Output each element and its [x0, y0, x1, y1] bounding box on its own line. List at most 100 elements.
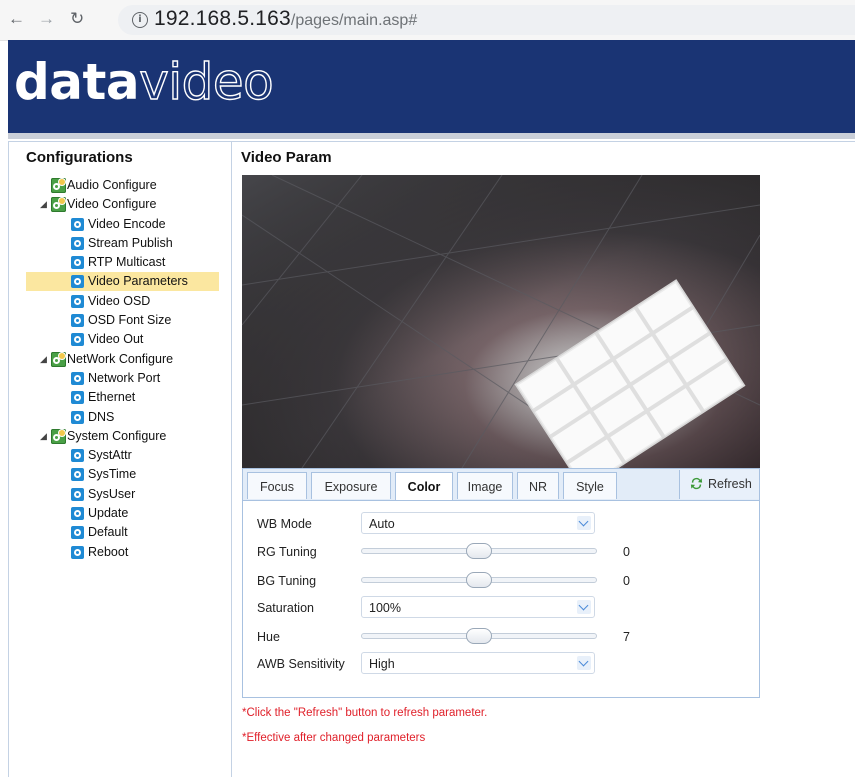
sidebar-item-label: Default — [88, 525, 128, 540]
tree-group-video-configure[interactable]: ◢ Video Configure — [9, 195, 231, 214]
expand-caret-icon[interactable]: ◢ — [40, 350, 50, 369]
video-preview-image — [242, 175, 760, 468]
settings-page-icon — [71, 294, 84, 308]
sidebar-item-label: Ethernet — [88, 390, 136, 405]
chevron-down-icon — [577, 516, 591, 530]
hue-value: 7 — [623, 630, 630, 644]
settings-page-icon — [71, 449, 84, 463]
sidebar-item-update[interactable]: Update — [9, 504, 231, 523]
tree-group-network-configure[interactable]: ◢ NetWork Configure — [9, 350, 231, 369]
tab-style[interactable]: Style — [563, 472, 617, 499]
rg-tuning-label: RG Tuning — [257, 545, 317, 559]
sidebar-item-systime[interactable]: SysTime — [9, 465, 231, 484]
sidebar-item-video-out[interactable]: Video Out — [9, 330, 231, 349]
hue-slider-thumb[interactable] — [466, 628, 492, 644]
settings-page-icon — [71, 391, 84, 405]
page-title: Video Param — [241, 149, 332, 166]
sidebar-item-systattr[interactable]: SystAttr — [9, 446, 231, 465]
settings-page-icon — [71, 256, 84, 270]
sidebar-item-label: SysTime — [88, 467, 137, 482]
rg-tuning-slider-thumb[interactable] — [466, 543, 492, 559]
hue-slider[interactable] — [361, 628, 597, 644]
sidebar-item-label: Update — [88, 506, 129, 521]
sidebar-item-video-parameters[interactable]: Video Parameters — [9, 272, 231, 292]
awb-sensitivity-row: AWB Sensitivity High — [243, 652, 759, 676]
settings-page-icon — [71, 333, 84, 347]
sidebar: Configurations Audio Configure ◢ Video Con… — [9, 142, 232, 777]
expand-caret-icon[interactable]: ◢ — [40, 195, 50, 214]
sidebar-item-stream-publish[interactable]: Stream Publish — [9, 234, 231, 253]
url-text: 192.168.5.163/pages/main.asp# — [154, 7, 417, 31]
sidebar-item-default[interactable]: Default — [9, 523, 231, 542]
tree-group-system-configure[interactable]: ◢ System Configure — [9, 427, 231, 446]
logo-bold-text: data — [14, 53, 140, 111]
sidebar-item-dns[interactable]: DNS — [9, 408, 231, 427]
hue-row: Hue 7 — [243, 625, 759, 649]
sidebar-item-reboot[interactable]: Reboot — [9, 543, 231, 562]
forward-arrow-icon[interactable]: → — [38, 8, 55, 30]
sidebar-item-label: Network Port — [88, 370, 161, 385]
sidebar-item-label: Video Out — [88, 332, 144, 347]
refresh-icon — [690, 477, 703, 490]
tab-color[interactable]: Color — [395, 472, 453, 500]
refresh-label: Refresh — [708, 477, 752, 491]
url-path: /pages/main.asp# — [290, 12, 418, 29]
browser-toolbar: ← → ↻ i 192.168.5.163/pages/main.asp# — [0, 0, 855, 41]
address-bar[interactable]: i 192.168.5.163/pages/main.asp# — [118, 5, 855, 35]
sidebar-item-sysuser[interactable]: SysUser — [9, 485, 231, 504]
sidebar-item-label: RTP Multicast — [88, 255, 166, 270]
main-frame: Configurations Audio Configure ◢ Video Con… — [8, 141, 855, 777]
sidebar-item-label: Video Encode — [88, 216, 166, 231]
sidebar-item-label: Stream Publish — [88, 235, 173, 250]
settings-page-icon — [71, 487, 84, 501]
sidebar-item-rtp-multicast[interactable]: RTP Multicast — [9, 253, 231, 272]
wb-mode-value: Auto — [369, 517, 395, 531]
info-icon[interactable]: i — [132, 12, 148, 28]
sidebar-item-video-osd[interactable]: Video OSD — [9, 292, 231, 311]
settings-page-icon — [71, 468, 84, 482]
tab-focus[interactable]: Focus — [247, 472, 307, 499]
rg-tuning-slider[interactable] — [361, 543, 597, 559]
sidebar-item-network-port[interactable]: Network Port — [9, 369, 231, 388]
rg-tuning-value: 0 — [623, 545, 630, 559]
bg-tuning-row: BG Tuning 0 — [243, 569, 759, 593]
content-area: Video Param Focus Exposure Color Image N… — [232, 142, 855, 777]
saturation-label: Saturation — [257, 601, 314, 615]
config-tree: Audio Configure ◢ Video Configure Video Enc… — [9, 176, 231, 562]
tree-group-audio-configure[interactable]: Audio Configure — [9, 176, 231, 195]
saturation-select[interactable]: 100% — [361, 596, 595, 618]
settings-page-icon — [71, 275, 84, 289]
wb-mode-select[interactable]: Auto — [361, 512, 595, 534]
sidebar-item-ethernet[interactable]: Ethernet — [9, 388, 231, 407]
tab-bar: Focus Exposure Color Image NR Style Refr… — [243, 469, 759, 501]
awb-sensitivity-label: AWB Sensitivity — [257, 657, 345, 671]
sidebar-item-video-encode[interactable]: Video Encode — [9, 215, 231, 234]
sidebar-item-osd-font-size[interactable]: OSD Font Size — [9, 311, 231, 330]
gear-folder-icon — [51, 197, 66, 213]
sidebar-item-highlight — [26, 408, 219, 427]
bg-tuning-slider[interactable] — [361, 572, 597, 588]
tree-group-label: System Configure — [67, 428, 167, 443]
bg-tuning-slider-thumb[interactable] — [466, 572, 492, 588]
back-arrow-icon[interactable]: ← — [8, 8, 25, 30]
gear-folder-icon — [51, 428, 66, 444]
tab-nr[interactable]: NR — [517, 472, 559, 499]
hue-label: Hue — [257, 630, 280, 644]
tab-exposure[interactable]: Exposure — [311, 472, 391, 499]
awb-sensitivity-select[interactable]: High — [361, 652, 595, 674]
wb-mode-row: WB Mode Auto — [243, 512, 759, 536]
expand-caret-icon[interactable]: ◢ — [40, 427, 50, 446]
sidebar-item-label: Video Parameters — [88, 274, 188, 289]
saturation-row: Saturation 100% — [243, 596, 759, 620]
url-host: 192.168.5.163 — [154, 7, 291, 30]
gear-folder-icon — [51, 178, 66, 193]
refresh-button[interactable]: Refresh — [679, 470, 759, 499]
logo-outline-text: video — [138, 52, 274, 111]
reload-icon[interactable]: ↻ — [70, 8, 84, 30]
settings-page-icon — [71, 217, 84, 231]
effective-note: *Effective after changed parameters — [242, 732, 426, 744]
tab-image[interactable]: Image — [457, 472, 513, 499]
sidebar-item-label: OSD Font Size — [88, 313, 172, 328]
chevron-down-icon — [577, 600, 591, 614]
video-preview — [242, 175, 760, 468]
